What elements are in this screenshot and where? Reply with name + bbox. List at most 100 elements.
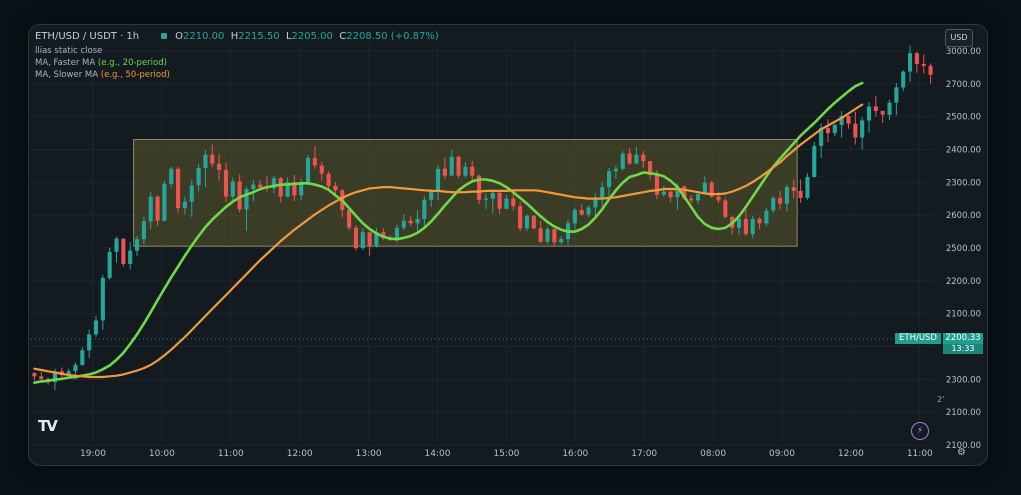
candle xyxy=(456,156,461,179)
candle-body xyxy=(846,116,851,124)
candle-body xyxy=(326,173,331,186)
candle-body xyxy=(538,228,543,242)
candle xyxy=(80,347,85,367)
candle-body xyxy=(559,239,564,243)
x-tick-label: 14:00 xyxy=(425,449,451,459)
candle xyxy=(620,150,625,171)
candle-body xyxy=(80,350,85,365)
y-tick-label: 2200.00 xyxy=(946,277,981,287)
candle xyxy=(846,115,851,129)
candle xyxy=(162,180,167,222)
candle-body xyxy=(483,198,488,200)
gear-icon[interactable]: ⚙ xyxy=(957,447,966,458)
price-tag-symbol: ETH/USD xyxy=(895,333,941,344)
y-tick-label: 2700.00 xyxy=(946,80,981,90)
candle-body xyxy=(299,183,304,196)
candle-body xyxy=(887,102,892,115)
candle xyxy=(764,208,769,226)
price-chart[interactable]: 3000.00 2700.00 2500.00 2400.00 2300.00 2600.… xyxy=(29,25,987,465)
lightning-icon[interactable]: ⚡ xyxy=(911,422,929,440)
candle-body xyxy=(176,168,181,209)
x-tick-label: 08:00 xyxy=(700,449,726,459)
candle-body xyxy=(114,238,119,252)
candle-body xyxy=(429,190,434,200)
low-value: 2205.00 xyxy=(291,31,333,42)
candle-body xyxy=(258,184,263,188)
status-dot-icon xyxy=(161,33,168,39)
candle-body xyxy=(518,206,523,229)
y-tick-label: 2100.00 xyxy=(946,408,981,418)
x-tick-label: 12:00 xyxy=(838,449,864,459)
candle-body xyxy=(470,166,475,176)
candle-body xyxy=(353,227,358,249)
ma-fast-legend[interactable]: MA, Faster MA (e.g., 20-period) xyxy=(35,58,167,68)
candle-body xyxy=(853,123,858,138)
candle xyxy=(709,180,714,198)
candle-body xyxy=(908,53,913,72)
candle-body xyxy=(600,187,605,198)
candle-body xyxy=(798,190,803,198)
indicator-source-label: llias static close xyxy=(35,46,103,56)
candle-body xyxy=(880,110,885,115)
candle-body xyxy=(87,334,92,351)
candle-body xyxy=(791,187,796,191)
candle-body xyxy=(169,168,174,184)
candle-body xyxy=(901,71,906,88)
candle-body xyxy=(217,163,222,170)
candle-body xyxy=(360,232,365,249)
candle-body xyxy=(422,199,427,219)
candle-body xyxy=(572,209,577,224)
candle-body xyxy=(449,156,454,176)
candle-body xyxy=(230,181,235,197)
candle-body xyxy=(634,154,639,164)
symbol-label[interactable]: ETH/USD / USDT · 1h xyxy=(35,31,139,42)
candle-body xyxy=(620,153,625,169)
candle xyxy=(866,102,872,133)
candle-body xyxy=(545,229,550,242)
open-value: 2210.00 xyxy=(183,31,225,42)
tradingview-logo-icon[interactable]: TV xyxy=(38,417,58,435)
candle-body xyxy=(408,220,413,224)
candle xyxy=(176,166,181,213)
candle-body xyxy=(832,124,837,134)
candle-body xyxy=(579,209,584,215)
close-value: 2208.50 xyxy=(346,31,388,42)
y-tick-label: 2400.00 xyxy=(946,146,981,156)
candle-body xyxy=(511,198,516,207)
ohlc-header: ETH/USD / USDT · 1h O2210.00 H2215.50 L22… xyxy=(35,31,439,42)
candle xyxy=(928,63,933,84)
candle-body xyxy=(866,106,872,121)
candle xyxy=(914,51,919,73)
x-tick-label: 10:00 xyxy=(149,449,175,459)
candle-body xyxy=(148,196,153,222)
change-value: (+0.87%) xyxy=(390,31,439,42)
stray-mark: 2' xyxy=(937,395,945,404)
candle-body xyxy=(141,221,146,240)
candle-body xyxy=(32,373,37,377)
candle-body xyxy=(306,157,311,184)
candle-body xyxy=(244,189,249,210)
y-tick-label: 2500.00 xyxy=(946,244,981,254)
candle-body xyxy=(531,215,536,229)
candle-body xyxy=(689,198,694,201)
candle-body xyxy=(764,210,769,224)
candle-body xyxy=(128,250,133,264)
candle-body xyxy=(100,277,105,321)
candle-body xyxy=(627,153,632,164)
x-tick-label: 11:00 xyxy=(907,449,933,459)
currency-button[interactable]: USD xyxy=(945,29,973,47)
candle xyxy=(805,173,810,200)
candle-body xyxy=(586,207,591,215)
candle-body xyxy=(319,165,324,174)
candle-body xyxy=(93,320,99,335)
candle xyxy=(812,142,817,178)
candle-body xyxy=(654,175,659,195)
candle-body xyxy=(736,218,742,228)
candle xyxy=(87,329,92,358)
candle-body xyxy=(333,185,338,191)
candle xyxy=(545,226,550,245)
x-tick-label: 09:00 xyxy=(769,449,795,459)
ma-slow-legend[interactable]: MA, Slower MA (e.g., 50-period) xyxy=(35,70,170,80)
candle-body xyxy=(367,232,372,246)
candle-body xyxy=(162,183,167,221)
